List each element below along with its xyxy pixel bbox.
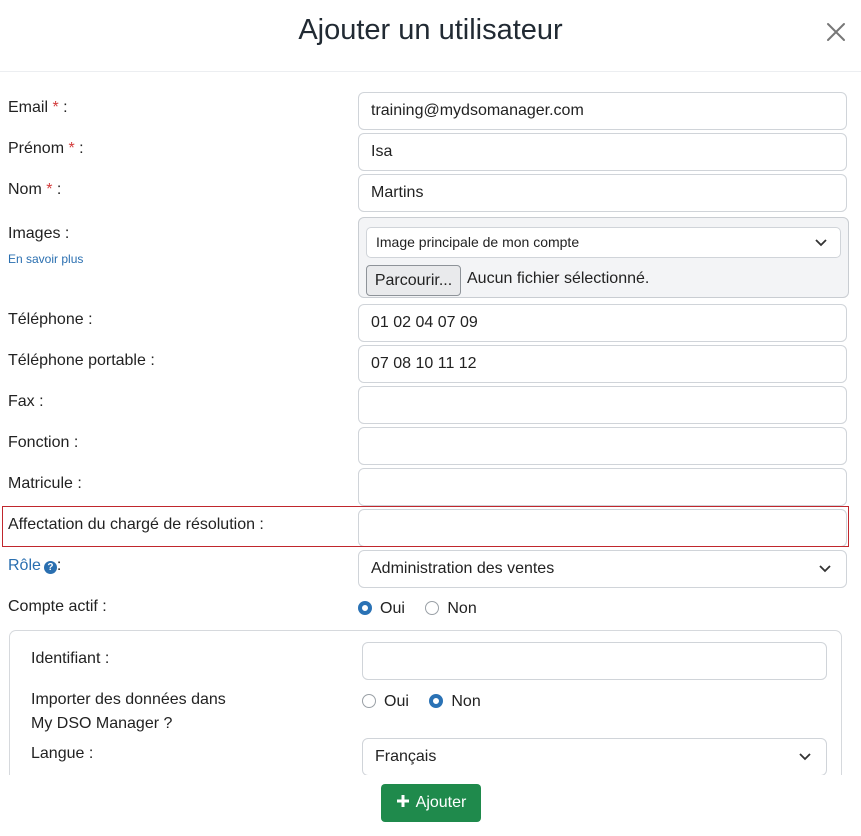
role-select[interactable]: Administration des ventes	[358, 550, 847, 588]
import-yes-radio[interactable]	[362, 694, 376, 708]
import-yes-option[interactable]: Oui	[362, 693, 409, 711]
active-radio-group: Oui Non	[358, 600, 493, 618]
active-no-radio[interactable]	[425, 601, 440, 615]
identifier-field[interactable]	[362, 642, 827, 680]
fax-field[interactable]	[358, 386, 847, 424]
close-button[interactable]	[824, 20, 848, 44]
modal-title: Ajouter un utilisateur	[298, 14, 563, 46]
employee-id-field[interactable]	[358, 468, 847, 506]
active-no-option[interactable]: Non	[425, 600, 477, 618]
browse-button[interactable]: Parcourir...	[366, 265, 461, 296]
no-file-text: Aucun fichier sélectionné.	[467, 270, 650, 287]
role-link[interactable]: Rôle	[8, 557, 41, 574]
header-separator	[0, 71, 861, 72]
phone-field[interactable]	[358, 304, 847, 342]
images-label: Images :	[8, 225, 70, 242]
role-label: Rôle?:	[8, 557, 62, 574]
email-label: Email * :	[8, 99, 68, 116]
close-icon[interactable]	[824, 20, 848, 44]
image-type-select[interactable]: Image principale de mon compte	[366, 227, 841, 258]
email-field[interactable]	[358, 92, 847, 130]
chevron-down-icon	[799, 753, 811, 761]
language-select[interactable]: Français	[362, 738, 827, 776]
language-label: Langue :	[31, 745, 94, 762]
chevron-down-icon	[815, 238, 827, 246]
assignment-field[interactable]	[358, 509, 847, 547]
image-type-value: Image principale de mon compte	[376, 234, 580, 250]
language-value: Français	[375, 748, 437, 765]
mobile-label: Téléphone portable :	[8, 352, 155, 369]
active-yes-option[interactable]: Oui	[358, 600, 405, 618]
import-label: Importer des données dans My DSO Manager …	[31, 691, 226, 732]
chevron-down-icon	[819, 565, 831, 573]
add-button[interactable]: Ajouter	[381, 784, 481, 822]
import-no-option[interactable]: Non	[429, 693, 481, 711]
function-field[interactable]	[358, 427, 847, 465]
import-no-radio[interactable]	[429, 694, 444, 708]
fax-label: Fax :	[8, 393, 44, 410]
employee-id-label: Matricule :	[8, 475, 82, 492]
assignment-label: Affectation du chargé de résolution :	[8, 516, 264, 533]
help-icon[interactable]: ?	[43, 561, 57, 574]
mobile-field[interactable]	[358, 345, 847, 383]
lastname-label: Nom * :	[8, 181, 62, 198]
lastname-field[interactable]	[358, 174, 847, 212]
import-radio-group: Oui Non	[362, 693, 497, 711]
function-label: Fonction :	[8, 434, 79, 451]
phone-label: Téléphone :	[8, 311, 93, 328]
active-yes-radio[interactable]	[358, 601, 372, 615]
active-label: Compte actif :	[8, 598, 107, 615]
firstname-label: Prénom * :	[8, 140, 84, 157]
plus-icon	[396, 795, 409, 807]
images-box: Image principale de mon compte Parcourir…	[358, 217, 849, 298]
learn-more-link[interactable]: En savoir plus	[8, 252, 83, 266]
identifier-label: Identifiant :	[31, 650, 110, 667]
firstname-field[interactable]	[358, 133, 847, 171]
role-value: Administration des ventes	[371, 560, 555, 577]
